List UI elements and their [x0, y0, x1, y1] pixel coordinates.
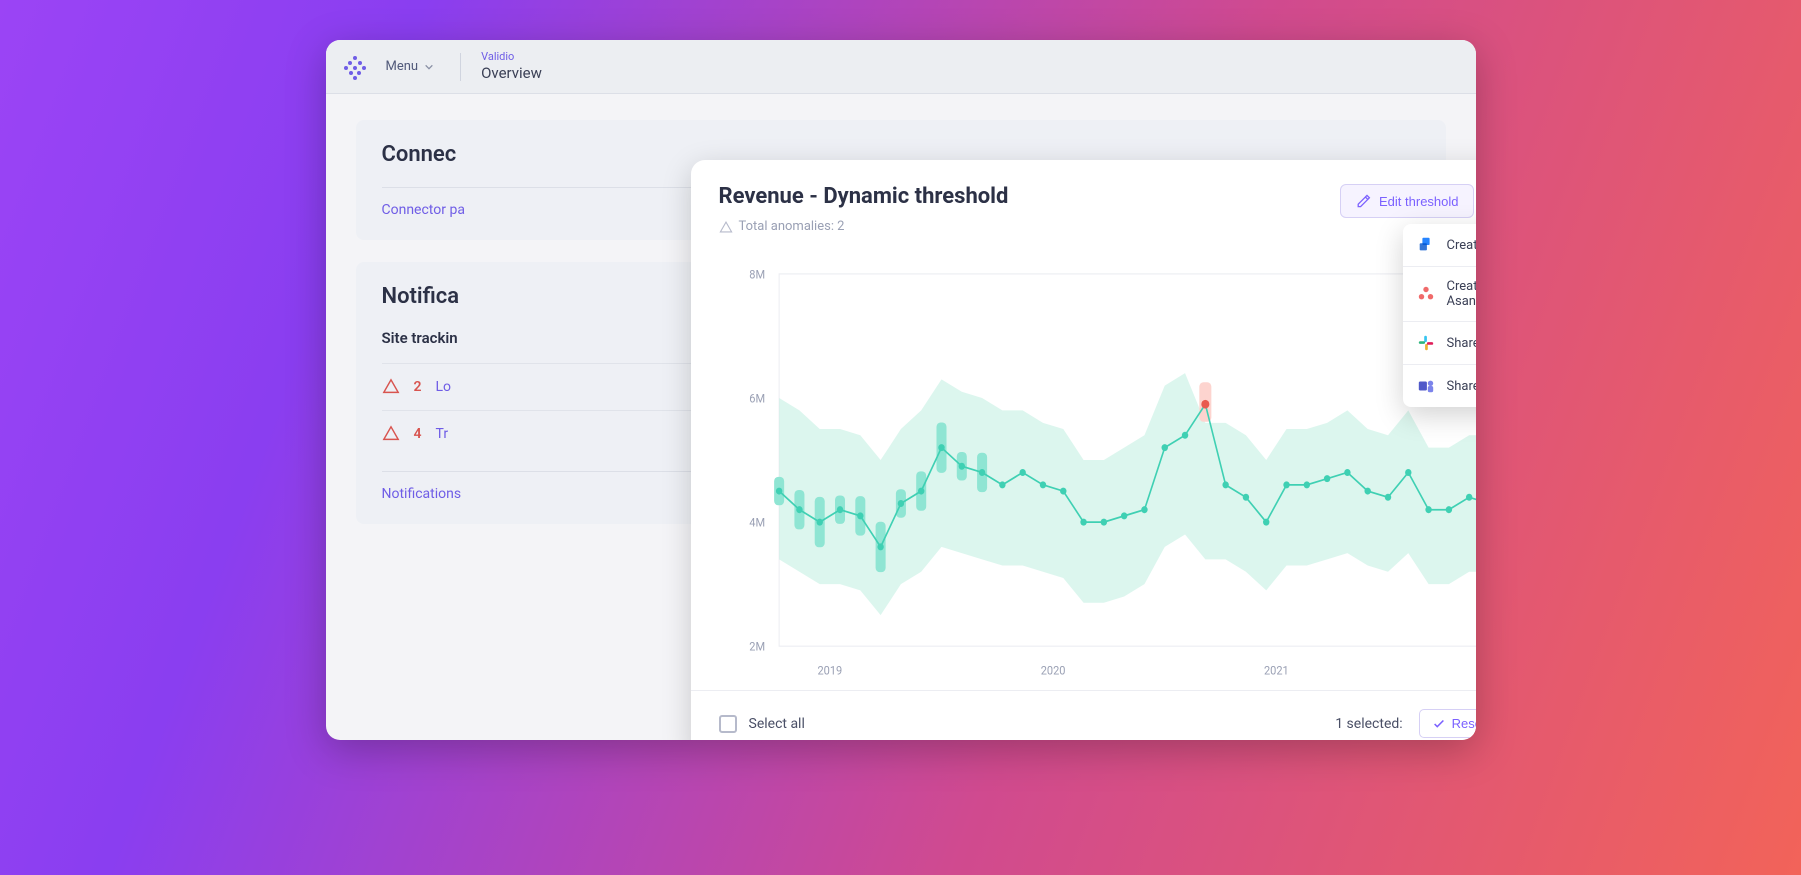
svg-text:6M: 6M: [749, 391, 765, 406]
edit-threshold-button[interactable]: Edit threshold: [1340, 184, 1474, 218]
svg-text:4M: 4M: [749, 515, 765, 530]
chevron-down-icon: [424, 62, 434, 72]
dropdown-item-asana[interactable]: Create ticket in Asana: [1403, 267, 1476, 322]
svg-text:8M: 8M: [749, 267, 765, 282]
svg-text:2020: 2020: [1040, 663, 1065, 678]
resolve-button[interactable]: Resolve: [1419, 709, 1476, 738]
warning-icon: [382, 378, 400, 396]
check-icon: [1432, 717, 1446, 731]
edit-icon: [1355, 193, 1371, 209]
modal-header: Revenue - Dynamic threshold Total anomal…: [691, 160, 1476, 252]
row-label: Tr: [436, 426, 449, 442]
chart-area: 2M4M6M8M2019202020212022: [691, 252, 1476, 690]
revenue-chart[interactable]: 2M4M6M8M2019202020212022: [719, 252, 1476, 690]
logo-icon: [344, 56, 366, 78]
asana-icon: [1417, 285, 1435, 303]
titlebar: Menu Validio Overview: [326, 40, 1476, 94]
row-label: Lo: [436, 379, 452, 395]
dropdown-item-jira[interactable]: Create ticket in Jira: [1403, 224, 1476, 267]
svg-text:2019: 2019: [817, 663, 842, 678]
anomaly-count: Total anomalies: 2: [719, 219, 1009, 234]
title-text: Validio Overview: [481, 50, 542, 83]
row-count: 4: [414, 426, 422, 442]
checkbox[interactable]: [719, 715, 737, 733]
svg-text:2021: 2021: [1263, 663, 1288, 678]
page-name: Overview: [481, 64, 542, 83]
app-name: Validio: [481, 50, 542, 64]
dropdown-item-slack[interactable]: Share issue in Slack: [1403, 322, 1476, 365]
app-window: Menu Validio Overview Connec Connector p…: [326, 40, 1476, 740]
menu-label: Menu: [386, 59, 419, 74]
create-ticket-dropdown: Create ticket in Jira Create ticket in A…: [1403, 224, 1476, 407]
warning-icon: [719, 220, 733, 234]
select-all[interactable]: Select all: [719, 715, 805, 733]
teams-icon: [1417, 377, 1435, 395]
jira-icon: [1417, 236, 1435, 254]
warning-icon: [382, 425, 400, 443]
threshold-modal: Revenue - Dynamic threshold Total anomal…: [691, 160, 1476, 740]
modal-title: Revenue - Dynamic threshold: [719, 184, 1009, 209]
row-count: 2: [414, 379, 422, 395]
dropdown-item-teams[interactable]: Share issue in Teams: [1403, 365, 1476, 407]
modal-footer: Select all 1 selected: Resolve Ignore: [691, 690, 1476, 740]
selected-count: 1 selected:: [1335, 716, 1402, 732]
divider: [460, 53, 461, 81]
svg-text:2M: 2M: [749, 639, 765, 654]
slack-icon: [1417, 334, 1435, 352]
menu-button[interactable]: Menu: [380, 55, 441, 78]
